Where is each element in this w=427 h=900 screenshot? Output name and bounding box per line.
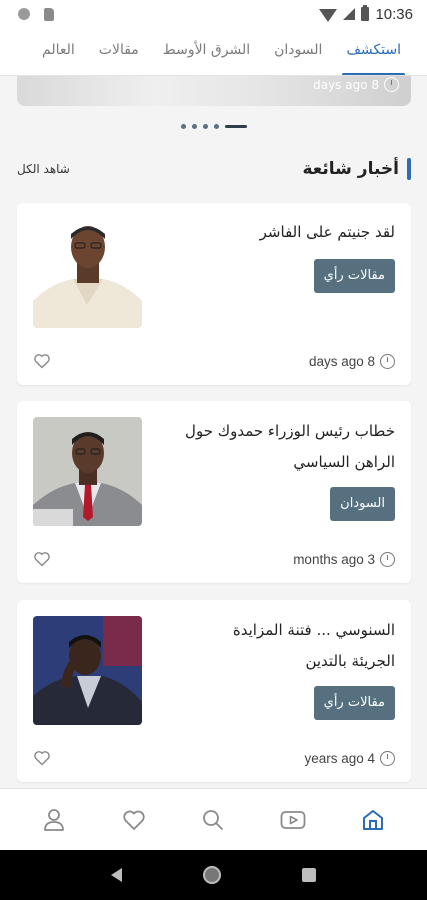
clock-icon — [380, 552, 395, 567]
clock-icon — [380, 751, 395, 766]
article-time: months ago 3 — [293, 552, 375, 567]
clock-icon — [384, 77, 399, 92]
favorite-heart-icon[interactable] — [33, 750, 51, 766]
article-card[interactable]: خطاب رئيس الوزراء حمدوك حول الراهن السيا… — [17, 401, 411, 583]
home-icon — [363, 809, 384, 830]
clock-icon — [380, 354, 395, 369]
carousel-dot[interactable] — [191, 124, 197, 129]
nav-search[interactable] — [191, 798, 235, 842]
article-thumbnail[interactable] — [33, 219, 142, 328]
trending-section-header: شاهد الكل أخبار شائعة — [17, 152, 411, 186]
tab-articles[interactable]: مقالات — [87, 28, 151, 75]
article-card[interactable]: لقد جنيتم على الفاشر مقالات رأي days ago… — [17, 203, 411, 385]
tab-sudan[interactable]: السودان — [262, 28, 334, 75]
section-accent-bar — [407, 158, 411, 180]
wifi-icon — [319, 8, 338, 22]
tab-explore[interactable]: استكشف — [334, 28, 413, 75]
status-bar: 10:36 — [0, 0, 427, 28]
search-icon — [203, 809, 224, 830]
video-icon — [280, 810, 306, 829]
portrait-photo — [33, 417, 142, 526]
section-title: أخبار شائعة — [302, 159, 400, 179]
portrait-photo — [33, 616, 142, 725]
favorite-heart-icon[interactable] — [33, 353, 51, 369]
article-thumbnail[interactable] — [33, 417, 142, 526]
tab-world[interactable]: العالم — [30, 28, 87, 75]
cell-signal-icon — [343, 8, 356, 20]
battery-icon — [361, 5, 370, 21]
sim-card-icon — [44, 7, 54, 21]
category-badge[interactable]: السودان — [330, 487, 395, 521]
article-time: days ago 8 — [308, 354, 375, 369]
back-icon[interactable] — [110, 868, 122, 882]
carousel-dot[interactable] — [180, 124, 186, 129]
article-card[interactable]: السنوسي ... فتنة المزايدة الجريئة بالتدي… — [17, 600, 411, 782]
carousel-dot-active[interactable] — [224, 125, 247, 128]
status-time: 10:36 — [375, 5, 413, 23]
nav-profile[interactable] — [32, 798, 76, 842]
article-time: years ago 4 — [304, 751, 375, 766]
favorite-heart-icon[interactable] — [33, 551, 51, 567]
heart-icon — [123, 810, 145, 830]
category-badge[interactable]: مقالات رأي — [313, 259, 395, 293]
carousel-indicator — [0, 124, 427, 129]
profile-icon — [43, 808, 64, 831]
carousel-time: days ago 8 — [313, 77, 379, 92]
tab-middle-east[interactable]: الشرق الأوسط — [151, 28, 262, 75]
article-title[interactable]: خطاب رئيس الوزراء حمدوك حول الراهن السيا… — [185, 416, 395, 478]
nav-home[interactable] — [351, 798, 395, 842]
bottom-navigation — [0, 788, 427, 850]
nav-video[interactable] — [271, 798, 315, 842]
category-tabs: استكشف السودان الشرق الأوسط مقالات العال… — [0, 28, 427, 76]
article-title[interactable]: السنوسي ... فتنة المزايدة الجريئة بالتدي… — [185, 615, 395, 677]
carousel-dot[interactable] — [202, 124, 208, 129]
carousel-dot[interactable] — [213, 124, 219, 129]
see-all-link[interactable]: شاهد الكل — [17, 162, 70, 176]
nav-favorites[interactable] — [112, 798, 156, 842]
category-badge[interactable]: مقالات رأي — [313, 686, 395, 720]
notification-dot-icon — [18, 8, 30, 20]
article-thumbnail[interactable] — [33, 616, 142, 725]
portrait-photo — [33, 219, 142, 328]
recent-apps-icon[interactable] — [302, 868, 317, 882]
home-button-icon[interactable] — [202, 866, 221, 884]
article-title[interactable]: لقد جنيتم على الفاشر — [185, 217, 395, 248]
system-navigation-bar — [0, 850, 427, 900]
